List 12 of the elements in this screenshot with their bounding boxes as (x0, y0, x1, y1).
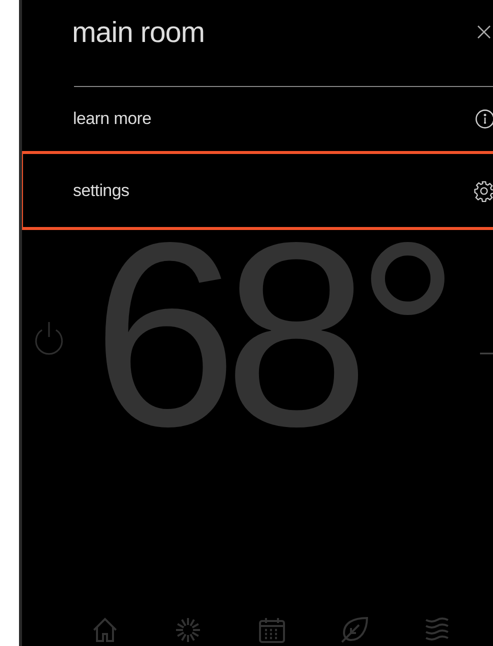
menu-item[interactable]: settings (22, 151, 493, 230)
menu-item[interactable]: learn more (22, 87, 493, 151)
waves-icon[interactable] (424, 617, 450, 643)
settings-icon (473, 180, 493, 202)
minus-icon[interactable] (480, 352, 493, 355)
room-title: main room (72, 16, 204, 50)
home-icon[interactable] (92, 617, 118, 643)
leaf-icon[interactable] (341, 617, 369, 643)
calendar-icon[interactable] (258, 617, 286, 643)
close-icon[interactable] (477, 25, 491, 39)
info-icon (475, 109, 493, 129)
sun-icon[interactable] (173, 617, 203, 643)
